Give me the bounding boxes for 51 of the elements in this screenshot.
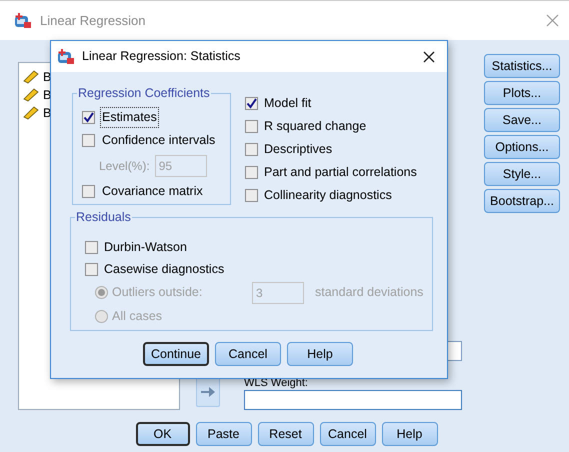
variable-name[interactable]: B xyxy=(43,104,52,122)
arrow-right-icon xyxy=(201,387,215,397)
checkbox-label[interactable]: Casewise diagnostics xyxy=(104,260,224,279)
dialog-button[interactable]: Continue xyxy=(143,342,209,366)
checkbox-label[interactable]: Collinearity diagnostics xyxy=(264,186,392,205)
dialog-button[interactable]: Cancel xyxy=(215,342,281,366)
checkbox-label[interactable]: R squared change xyxy=(264,117,366,136)
checkbox[interactable] xyxy=(82,111,95,124)
app-icon xyxy=(57,48,75,64)
checkbox-label[interactable]: Part and partial correlations xyxy=(264,163,417,182)
dialog-button[interactable]: Help xyxy=(382,422,438,446)
checkbox[interactable] xyxy=(85,263,98,276)
dialog-button[interactable]: Cancel xyxy=(320,422,376,446)
dialog-button[interactable]: OK xyxy=(136,422,190,446)
checkbox[interactable] xyxy=(245,166,258,179)
side-button[interactable]: Options... xyxy=(484,135,560,159)
side-button[interactable]: Bootstrap... xyxy=(484,189,560,213)
checkbox-label[interactable]: Covariance matrix xyxy=(101,182,204,201)
ruler-icon xyxy=(23,106,39,120)
checkbox[interactable] xyxy=(245,143,258,156)
weight-field[interactable] xyxy=(244,390,462,410)
checkbox-label[interactable]: Estimates xyxy=(101,108,158,127)
dialog-button[interactable]: Help xyxy=(287,342,353,366)
checkbox-label[interactable]: Confidence intervals xyxy=(101,131,216,150)
variable-name[interactable]: B xyxy=(43,68,52,86)
ruler-icon xyxy=(23,70,39,84)
checkbox[interactable] xyxy=(245,97,258,110)
field-label: Level(%): xyxy=(99,158,150,175)
close-icon[interactable] xyxy=(423,50,435,62)
dialog-title: Linear Regression: Statistics xyxy=(82,48,240,66)
checkbox-label[interactable]: Descriptives xyxy=(264,140,332,159)
checkbox[interactable] xyxy=(245,120,258,133)
checkbox[interactable] xyxy=(82,134,95,147)
units-label: standard deviations xyxy=(315,284,424,302)
dialog-button[interactable]: Reset xyxy=(258,422,314,446)
dialog-button[interactable]: Paste xyxy=(196,422,252,446)
app-icon xyxy=(14,12,32,28)
checkbox-label[interactable]: Model fit xyxy=(264,94,312,113)
move-button[interactable] xyxy=(196,377,220,407)
group-title: Regression Coefficients xyxy=(77,85,211,101)
ruler-icon xyxy=(23,88,39,102)
side-button[interactable]: Style... xyxy=(484,162,560,186)
side-button[interactable]: Plots... xyxy=(484,81,560,105)
side-button[interactable]: Save... xyxy=(484,108,560,132)
checkbox-label[interactable]: Durbin-Watson xyxy=(104,238,187,257)
checkbox[interactable] xyxy=(245,189,258,202)
checkbox[interactable] xyxy=(82,185,95,198)
variable-name[interactable]: B xyxy=(43,86,52,104)
checkbox[interactable] xyxy=(85,241,98,254)
window-title: Linear Regression xyxy=(40,12,146,30)
side-button[interactable]: Statistics... xyxy=(484,54,560,78)
